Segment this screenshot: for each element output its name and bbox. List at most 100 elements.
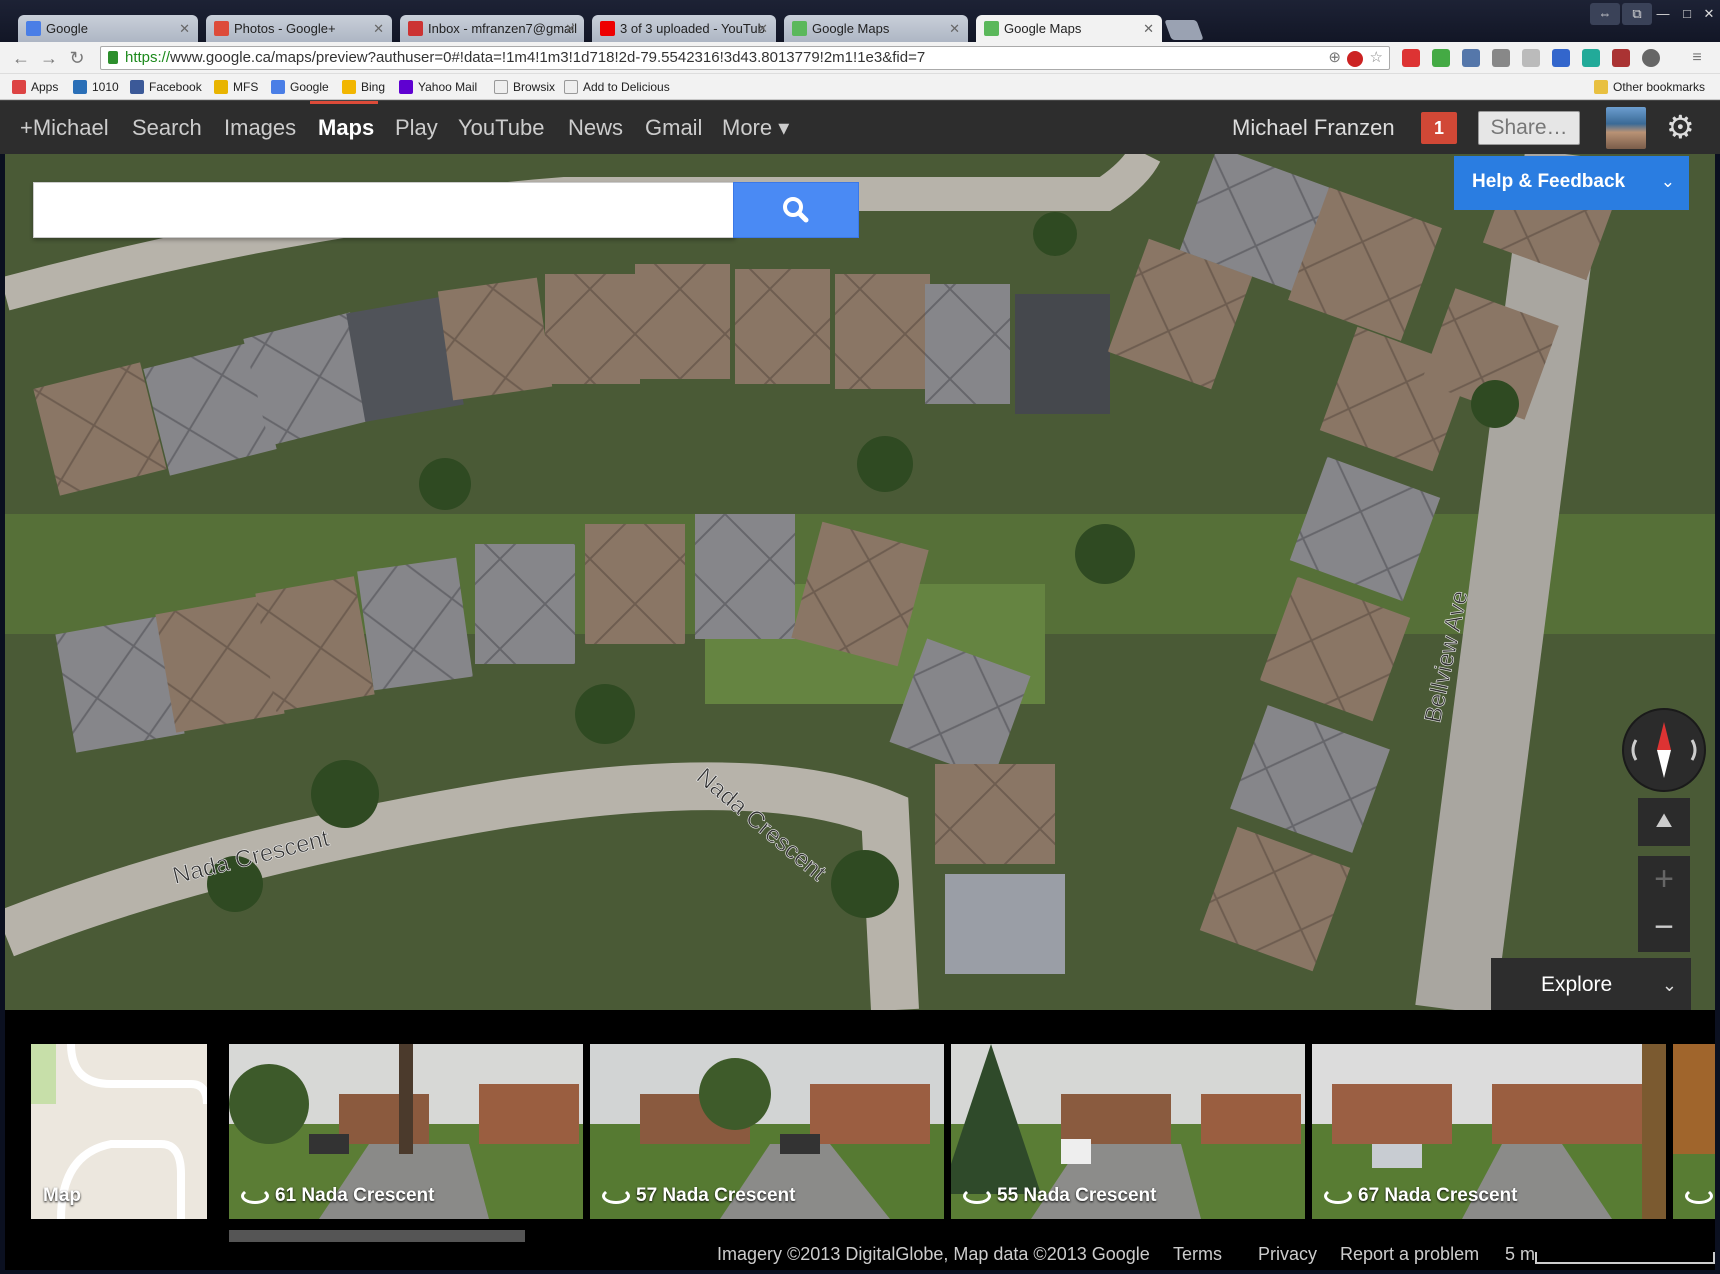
close-icon[interactable]: ✕ [757, 15, 768, 42]
folder-icon [1594, 80, 1608, 94]
gbar-search[interactable]: Search [132, 115, 202, 141]
new-tab-button[interactable] [1164, 20, 1204, 40]
tab-label: Google Maps [1004, 21, 1082, 36]
gbar-gmail[interactable]: Gmail [645, 115, 702, 141]
browser-toolbar: ← → ↻ https://www.google.ca/maps/preview… [0, 42, 1720, 74]
compass-control[interactable] [1622, 708, 1706, 792]
zoom-in-button[interactable]: + [1638, 856, 1690, 904]
panorama-icon [1324, 1187, 1352, 1204]
avatar[interactable] [1606, 107, 1646, 149]
bookmark-mfs[interactable]: MFS [214, 79, 258, 95]
forward-button[interactable]: → [38, 47, 60, 69]
tab-google[interactable]: Google ✕ [18, 15, 198, 42]
zoom-out-button[interactable]: − [1638, 904, 1690, 952]
bookmark-browsix[interactable]: Browsix [494, 79, 555, 95]
extension-cast-icon[interactable] [1552, 49, 1570, 67]
other-bookmarks[interactable]: Other bookmarks [1594, 79, 1705, 95]
streetview-thumb-61[interactable]: 61 Nada Crescent [229, 1044, 583, 1219]
profile-switch-icon[interactable]: ⇔ [1590, 3, 1620, 25]
extension-pen-icon[interactable] [1492, 49, 1510, 67]
map-view-toggle[interactable]: Map [31, 1044, 207, 1219]
star-icon[interactable]: ☆ [1370, 47, 1383, 69]
download-icon[interactable] [1612, 49, 1630, 67]
minimize-button[interactable]: — [1652, 3, 1674, 25]
photo-filmstrip: Map 61 Nada Crescent 57 Nada Crescent 55… [5, 1010, 1715, 1270]
thumb-label: 61 Nada Crescent [241, 1185, 434, 1207]
extension-arrow-icon[interactable] [1432, 49, 1450, 67]
url-text: www.google.ca/maps/preview?authuser=0#!d… [170, 49, 926, 66]
tab-inbox[interactable]: Inbox - mfranzen7@gmail ✕ [400, 15, 584, 42]
terms-link[interactable]: Terms [1173, 1244, 1222, 1265]
tab-maps[interactable]: Google Maps ✕ [784, 15, 968, 42]
close-window-button[interactable]: ✕ [1698, 3, 1720, 25]
lastpass-icon[interactable] [1402, 49, 1420, 67]
bookmark-google[interactable]: Google [271, 79, 329, 95]
bookmark-add-to-delicious[interactable]: Add to Delicious [564, 79, 670, 95]
report-problem-link[interactable]: Report a problem [1340, 1244, 1479, 1265]
satellite-map[interactable]: Nada Crescent Nada Crescent Bellview Ave [5, 154, 1715, 1010]
close-icon[interactable]: ✕ [373, 15, 384, 42]
zoom-icon[interactable]: ⊕ [1328, 47, 1341, 69]
close-icon[interactable]: ✕ [565, 15, 576, 42]
lock-icon [108, 51, 118, 64]
gbar-youtube[interactable]: YouTube [458, 115, 544, 141]
adblock-icon[interactable] [1347, 51, 1363, 67]
explore-button[interactable]: Explore ⌄ [1491, 958, 1691, 1012]
tab-label: Google [46, 21, 88, 36]
bookmark-facebook[interactable]: Facebook [130, 79, 202, 95]
tab-maps-active[interactable]: Google Maps ✕ [976, 15, 1162, 43]
extension-globe-icon[interactable] [1642, 49, 1660, 67]
close-icon[interactable]: ✕ [1143, 15, 1154, 42]
gbar-news[interactable]: News [568, 115, 623, 141]
double-chevron-down-icon: ⌄ [1661, 975, 1677, 995]
chevron-down-icon: ⌄ [1660, 172, 1675, 191]
gbar-images[interactable]: Images [224, 115, 296, 141]
google-favicon-icon [26, 21, 41, 36]
thumb-label: 55 Nada Crescent [963, 1185, 1156, 1207]
gbar-maps[interactable]: Maps [318, 115, 374, 141]
filmstrip-scrollbar[interactable] [229, 1230, 525, 1242]
back-button[interactable]: ← [10, 47, 32, 69]
streetview-thumb-57[interactable]: 57 Nada Crescent [590, 1044, 944, 1219]
reload-button[interactable]: ↻ [66, 47, 88, 69]
gear-icon[interactable]: ⚙ [1666, 109, 1695, 145]
apps-grid-icon [12, 80, 26, 94]
page-icon [564, 80, 578, 94]
extension-check-icon[interactable] [1522, 49, 1540, 67]
restore-tabs-icon[interactable]: ⧉ [1622, 3, 1652, 25]
streetview-thumb-67[interactable]: 67 Nada Crescent [1312, 1044, 1666, 1219]
scale-bar [1535, 1252, 1715, 1264]
gbar-plus-michael[interactable]: +Michael [20, 115, 109, 141]
gmail-favicon-icon [408, 21, 423, 36]
panorama-icon [1685, 1187, 1713, 1204]
map-search-input[interactable] [33, 182, 735, 238]
tab-youtube[interactable]: 3 of 3 uploaded - YouTub ✕ [592, 15, 776, 42]
user-name[interactable]: Michael Franzen [1232, 115, 1395, 141]
streetview-thumb-next[interactable] [1673, 1044, 1715, 1219]
privacy-link[interactable]: Privacy [1258, 1244, 1317, 1265]
search-button[interactable] [733, 182, 859, 238]
address-bar[interactable]: https://www.google.ca/maps/preview?authu… [100, 46, 1390, 70]
gbar-play[interactable]: Play [395, 115, 438, 141]
bookmark-apps[interactable]: Apps [12, 79, 58, 95]
close-icon[interactable]: ✕ [949, 15, 960, 42]
tilt-view-button[interactable]: ⛰ [1638, 798, 1690, 846]
panorama-icon [963, 1187, 991, 1204]
streetview-thumb-55[interactable]: 55 Nada Crescent [951, 1044, 1305, 1219]
bookmark-1010[interactable]: 1010 [73, 79, 119, 95]
share-button[interactable]: Share… [1478, 111, 1580, 145]
close-icon[interactable]: ✕ [179, 15, 190, 42]
thumb-label [1685, 1185, 1715, 1207]
menu-icon[interactable]: ≡ [1686, 47, 1708, 69]
extension-circle-icon[interactable] [1582, 49, 1600, 67]
notifications-badge[interactable]: 1 [1421, 112, 1457, 144]
panorama-icon [241, 1187, 269, 1204]
bookmark-bing[interactable]: Bing [342, 79, 385, 95]
extension-grid-icon[interactable] [1462, 49, 1480, 67]
facebook-icon [130, 80, 144, 94]
help-feedback-button[interactable]: Help & Feedback ⌄ [1454, 156, 1689, 210]
bookmark-yahoo-mail[interactable]: Yahoo Mail [399, 79, 477, 95]
gbar-more[interactable]: More ▾ [722, 115, 789, 141]
tab-photos[interactable]: Photos - Google+ ✕ [206, 15, 392, 42]
maximize-button[interactable]: □ [1676, 3, 1698, 25]
